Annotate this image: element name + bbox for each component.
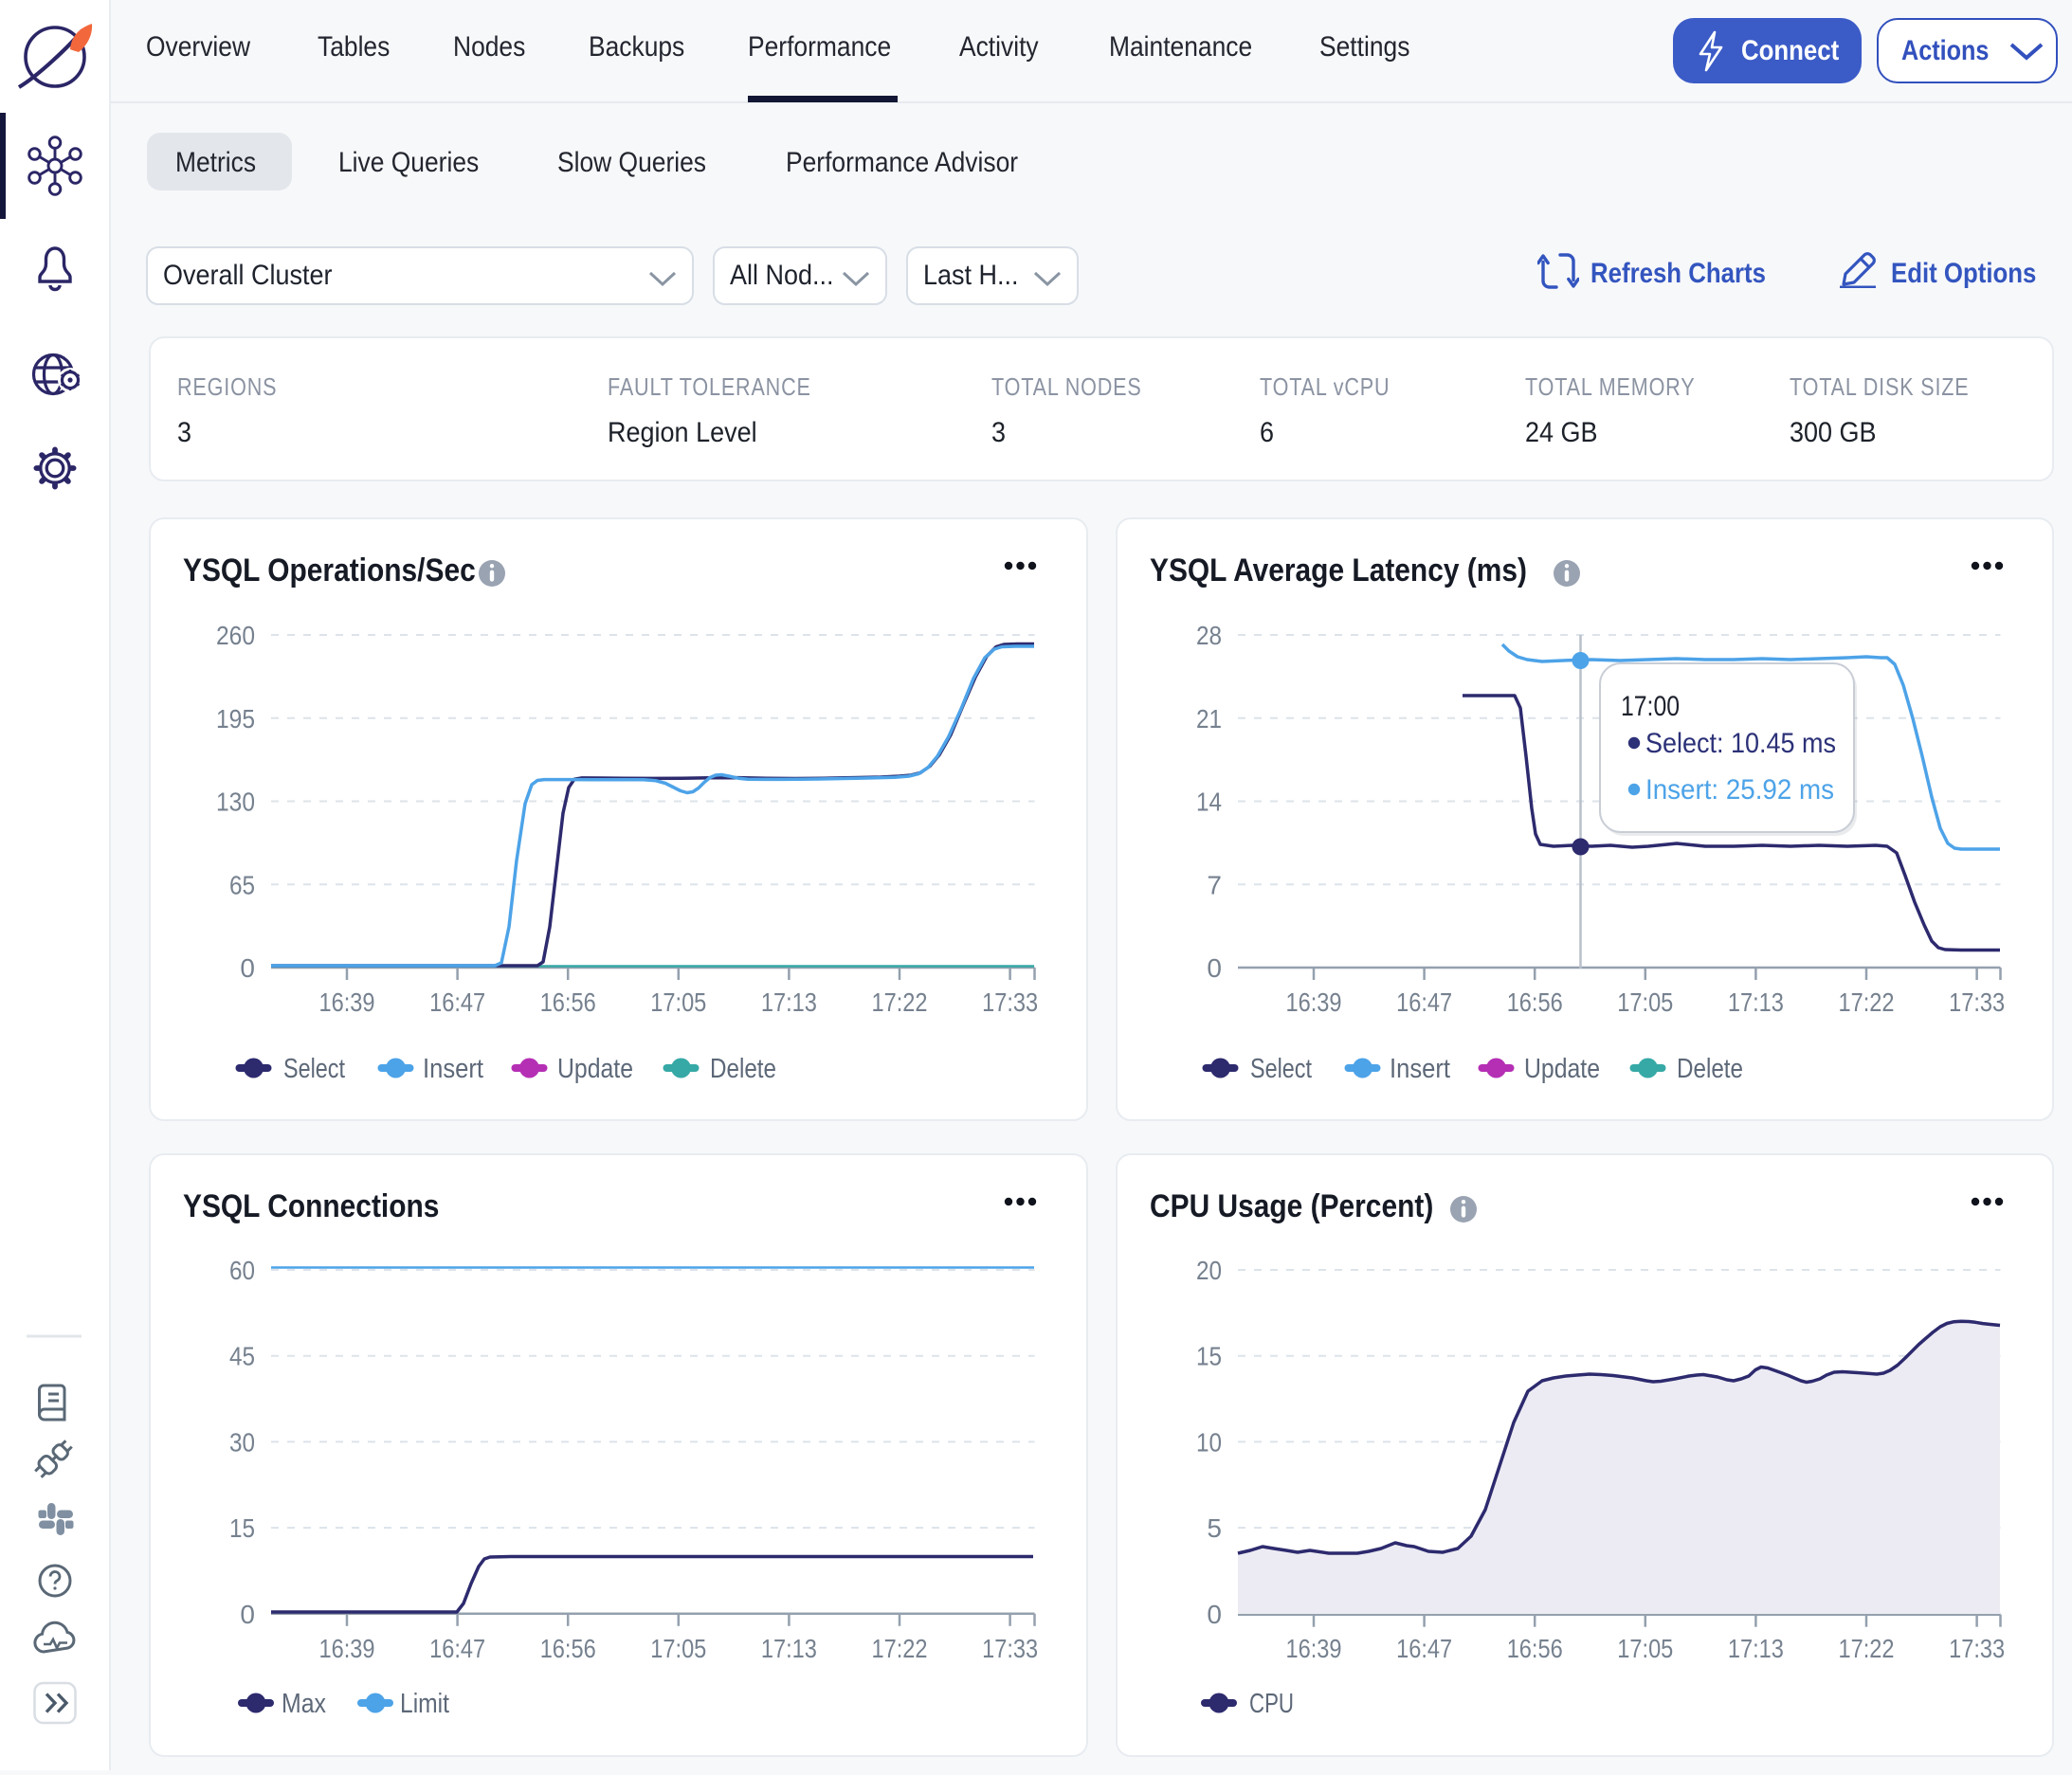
svg-text:17:13: 17:13 [761,1634,817,1663]
svg-text:0: 0 [1207,1600,1222,1629]
svg-text:16:56: 16:56 [1507,1634,1563,1663]
svg-text:16:56: 16:56 [540,1634,596,1663]
svg-text:0: 0 [240,953,255,983]
svg-text:15: 15 [229,1513,255,1543]
svg-text:10: 10 [1196,1427,1222,1457]
svg-text:17:13: 17:13 [1728,987,1784,1017]
svg-text:17:22: 17:22 [872,987,928,1017]
svg-text:Select: 10.45 ms: Select: 10.45 ms [1645,728,1836,759]
svg-text:16:39: 16:39 [319,987,375,1017]
svg-text:16:56: 16:56 [1507,987,1563,1017]
svg-text:Update: Update [1524,1054,1600,1084]
svg-text:21: 21 [1196,704,1222,734]
svg-text:Max: Max [282,1689,326,1719]
svg-text:17:05: 17:05 [650,987,706,1017]
svg-text:17:05: 17:05 [650,1634,706,1663]
svg-text:Insert: Insert [1390,1054,1450,1084]
svg-text:14: 14 [1196,788,1222,817]
svg-text:17:33: 17:33 [982,987,1038,1017]
svg-text:0: 0 [1207,953,1222,983]
svg-text:15: 15 [1196,1342,1222,1371]
svg-text:17:05: 17:05 [1617,1634,1673,1663]
svg-text:16:47: 16:47 [1396,1634,1452,1663]
svg-text:Insert: 25.92 ms: Insert: 25.92 ms [1645,774,1834,806]
svg-text:16:47: 16:47 [429,1634,485,1663]
svg-text:17:33: 17:33 [982,1634,1038,1663]
svg-text:17:05: 17:05 [1617,987,1673,1017]
svg-text:16:56: 16:56 [540,987,596,1017]
svg-text:16:39: 16:39 [319,1634,375,1663]
svg-text:Update: Update [557,1054,633,1084]
svg-text:17:22: 17:22 [1839,987,1895,1017]
svg-text:195: 195 [216,704,255,734]
svg-text:5: 5 [1207,1513,1222,1543]
svg-text:17:22: 17:22 [1839,1634,1895,1663]
svg-text:7: 7 [1207,870,1222,899]
svg-text:17:33: 17:33 [1949,987,2005,1017]
svg-text:CPU: CPU [1249,1689,1294,1719]
svg-text:Delete: Delete [710,1054,776,1084]
svg-text:Delete: Delete [1677,1054,1743,1084]
svg-text:130: 130 [216,788,255,817]
svg-text:17:22: 17:22 [872,1634,928,1663]
svg-text:Select: Select [1250,1054,1312,1084]
svg-text:17:00: 17:00 [1621,691,1680,722]
svg-text:45: 45 [229,1342,255,1371]
svg-text:Insert: Insert [423,1054,483,1084]
svg-text:0: 0 [240,1600,255,1629]
svg-text:30: 30 [229,1427,255,1457]
svg-text:16:47: 16:47 [429,987,485,1017]
svg-text:17:13: 17:13 [761,987,817,1017]
svg-text:Select: Select [283,1054,345,1084]
svg-text:Limit: Limit [400,1689,449,1719]
svg-text:16:39: 16:39 [1286,987,1342,1017]
svg-text:16:39: 16:39 [1286,1634,1342,1663]
svg-text:17:33: 17:33 [1949,1634,2005,1663]
svg-text:65: 65 [229,870,255,899]
svg-text:16:47: 16:47 [1396,987,1452,1017]
svg-text:17:13: 17:13 [1728,1634,1784,1663]
